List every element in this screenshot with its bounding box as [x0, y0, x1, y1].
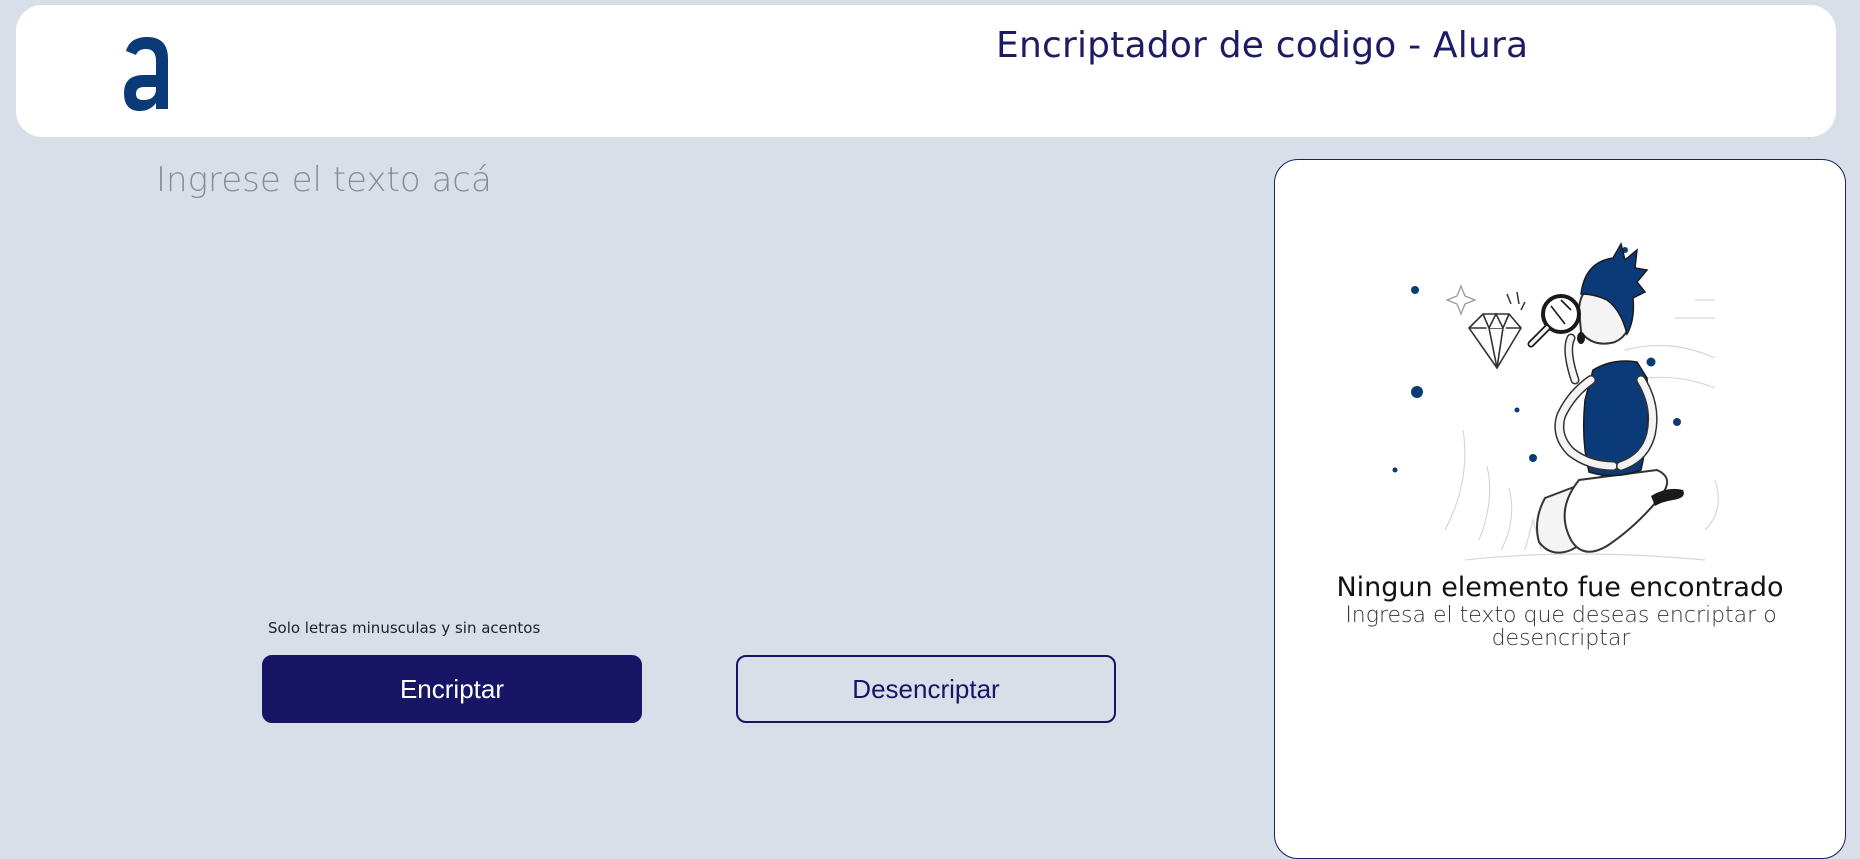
decrypt-button[interactable]: Desencriptar: [736, 655, 1116, 723]
person-with-magnifying-glass-icon: [1392, 242, 1719, 561]
encrypt-button[interactable]: Encriptar: [262, 655, 642, 723]
header-bar: Encriptador de codigo - Alura: [16, 5, 1836, 137]
empty-state-title: Ningun elemento fue encontrado: [1336, 572, 1784, 603]
text-input[interactable]: [156, 160, 1156, 580]
input-hint: Solo letras minusculas y sin acentos: [262, 619, 540, 637]
alura-logo-icon[interactable]: [120, 33, 174, 113]
hint-text: Solo letras minusculas y sin acentos: [268, 619, 541, 637]
empty-state-subtitle: Ingresa el texto que deseas encriptar o …: [1345, 603, 1777, 651]
app-title: Encriptador de codigo - Alura: [996, 25, 1529, 66]
output-panel: Ningun elemento fue encontrado Ingresa e…: [1274, 159, 1846, 859]
